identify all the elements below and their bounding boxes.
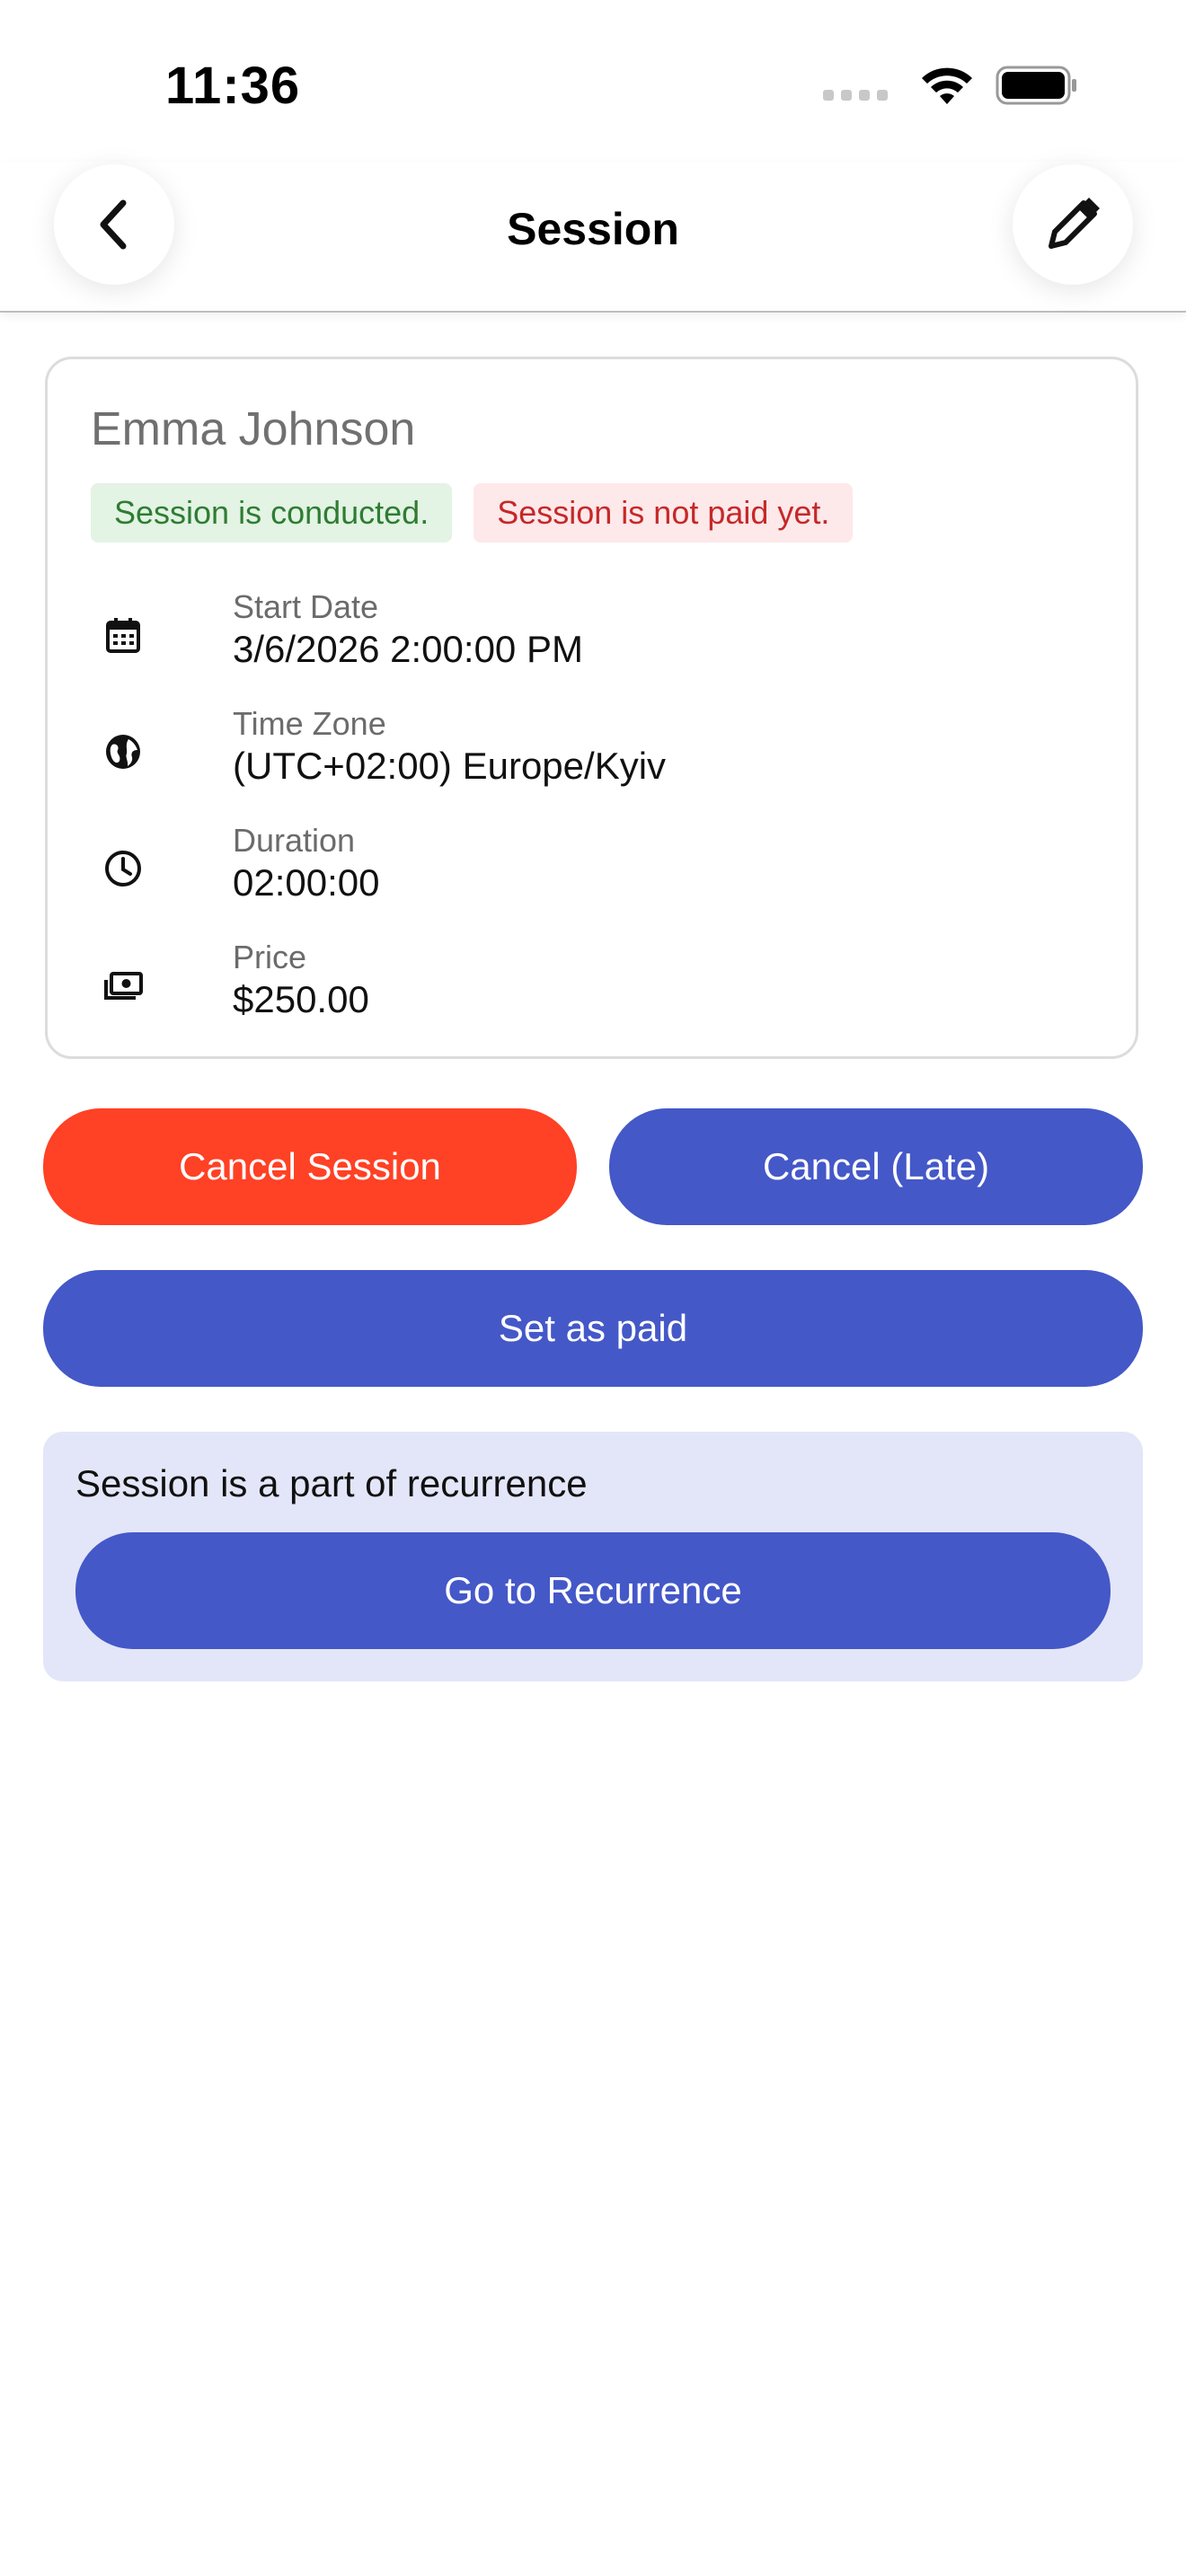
battery-icon — [996, 66, 1076, 105]
payment-status-badge: Session is not paid yet. — [474, 483, 854, 543]
price-label: Price — [233, 939, 307, 975]
status-badges: Session is conducted. Session is not pai… — [91, 483, 854, 543]
start-date-label: Start Date — [233, 588, 379, 625]
detail-row-start-date: Start Date 3/6/2026 2:00:00 PM — [91, 588, 1079, 678]
client-name: Emma Johnson — [91, 403, 416, 455]
duration-value: 02:00:00 — [233, 861, 380, 904]
time-zone-value: (UTC+02:00) Europe/Kyiv — [233, 745, 667, 787]
cancel-late-button[interactable]: Cancel (Late) — [609, 1108, 1143, 1225]
detail-row-duration: Duration 02:00:00 — [91, 822, 1079, 912]
session-card: Emma Johnson Session is conducted. Sessi… — [45, 357, 1138, 1059]
page-title: Session — [507, 204, 679, 254]
cancel-session-button[interactable]: Cancel Session — [43, 1108, 577, 1225]
globe-icon — [106, 735, 140, 769]
recurrence-panel: Session is a part of recurrence Go to Re… — [43, 1432, 1143, 1681]
detail-row-time-zone: Time Zone (UTC+02:00) Europe/Kyiv — [91, 705, 1079, 795]
set-as-paid-button[interactable]: Set as paid — [43, 1270, 1143, 1387]
navigation-header: Session — [0, 162, 1186, 313]
status-icons — [823, 65, 1078, 106]
go-to-recurrence-button[interactable]: Go to Recurrence — [75, 1532, 1111, 1649]
edit-button[interactable] — [1013, 164, 1133, 285]
clock-icon — [105, 851, 141, 887]
status-bar: 11:36 — [0, 0, 1186, 162]
conducted-status-badge: Session is conducted. — [91, 483, 453, 543]
status-time: 11:36 — [165, 57, 301, 115]
price-value: $250.00 — [233, 978, 369, 1020]
time-zone-label: Time Zone — [233, 705, 386, 742]
wifi-icon — [922, 67, 972, 104]
duration-label: Duration — [233, 822, 356, 859]
cellular-signal-icon — [823, 90, 888, 101]
money-icon — [104, 972, 143, 1000]
recurrence-info-text: Session is a part of recurrence — [75, 1462, 588, 1504]
pencil-icon — [1049, 198, 1100, 249]
detail-row-price: Price $250.00 — [91, 939, 1079, 1028]
calendar-icon — [106, 618, 140, 653]
start-date-value: 3/6/2026 2:00:00 PM — [233, 628, 583, 670]
